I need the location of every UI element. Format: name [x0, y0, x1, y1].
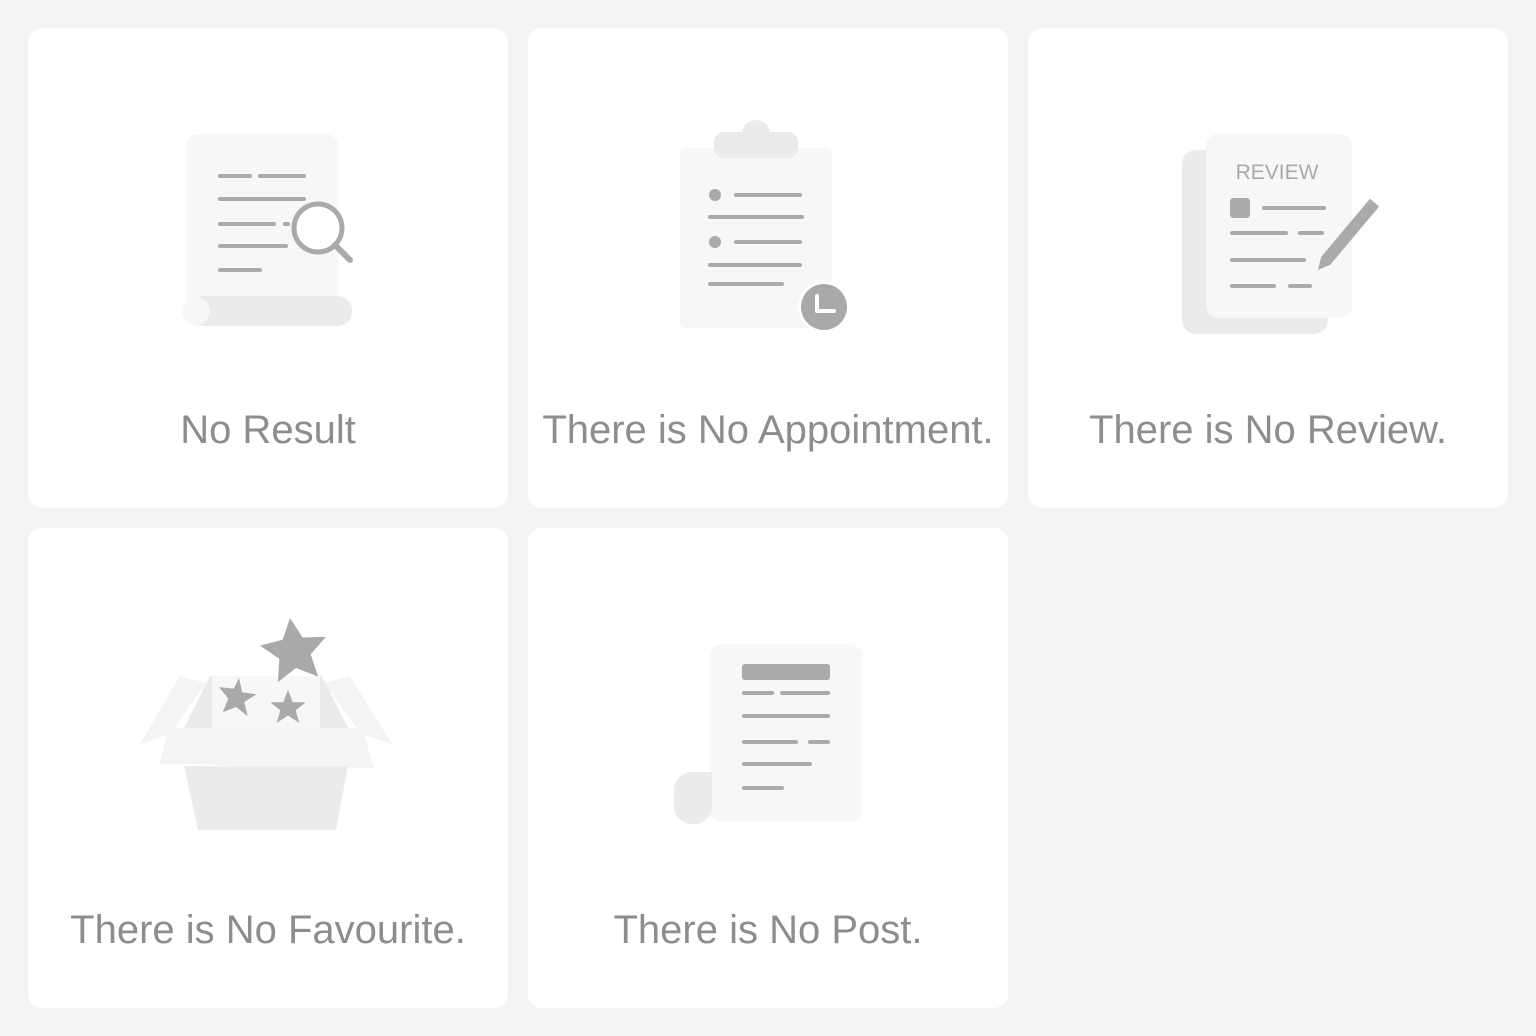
empty-state-no-appointment: There is No Appointment. [528, 28, 1008, 508]
empty-state-label: There is No Favourite. [70, 908, 466, 952]
empty-state-label: There is No Appointment. [542, 408, 994, 452]
post-scroll-icon [674, 644, 862, 825]
empty-state-label: There is No Post. [613, 908, 923, 952]
empty-state-no-result: No Result [28, 28, 508, 508]
document-search-icon [182, 134, 353, 326]
empty-state-no-review: REVIEW There is No Review. [1028, 28, 1508, 508]
clipboard-clock-icon [680, 120, 850, 333]
empty-state-no-post: There is No Post. [528, 528, 1008, 1008]
review-pencil-icon: REVIEW [1182, 134, 1380, 334]
empty-state-label: No Result [180, 408, 356, 452]
empty-state-no-favourite: There is No Favourite. [28, 528, 508, 1008]
empty-state-label: There is No Review. [1089, 408, 1447, 452]
review-icon-text: REVIEW [1236, 161, 1319, 184]
open-box-stars-icon [140, 618, 392, 830]
